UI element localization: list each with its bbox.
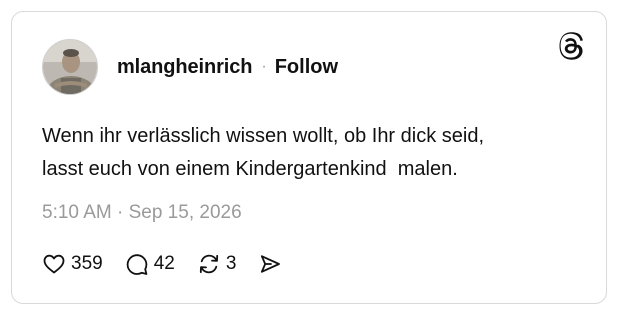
comment-bubble-icon	[126, 254, 148, 275]
follow-button[interactable]: Follow	[275, 56, 338, 79]
share-button[interactable]	[258, 252, 282, 276]
reply-count: 42	[153, 253, 175, 274]
heart-icon	[43, 254, 65, 274]
like-count: 359	[71, 253, 103, 274]
separator-dot: ·	[261, 58, 267, 75]
reply-button[interactable]: 42	[125, 252, 175, 276]
send-icon	[261, 255, 281, 273]
like-button[interactable]: 359	[42, 252, 103, 276]
post-card: mlangheinrich · Follow Wenn ihr verlässl…	[11, 11, 607, 304]
post-text: Wenn ihr verlässlich wissen wollt, ob Ih…	[42, 125, 485, 180]
repost-count: 3	[225, 253, 237, 274]
action-bar: 359 42 3	[42, 250, 282, 278]
username[interactable]: mlangheinrich	[117, 56, 252, 79]
threads-logo-icon[interactable]	[558, 32, 586, 60]
repost-icon	[199, 254, 218, 274]
post-header: mlangheinrich · Follow	[42, 39, 338, 95]
avatar[interactable]	[42, 39, 98, 95]
timestamp[interactable]: 5:10 AM · Sep 15, 2026	[42, 202, 242, 224]
repost-button[interactable]: 3	[197, 252, 237, 276]
